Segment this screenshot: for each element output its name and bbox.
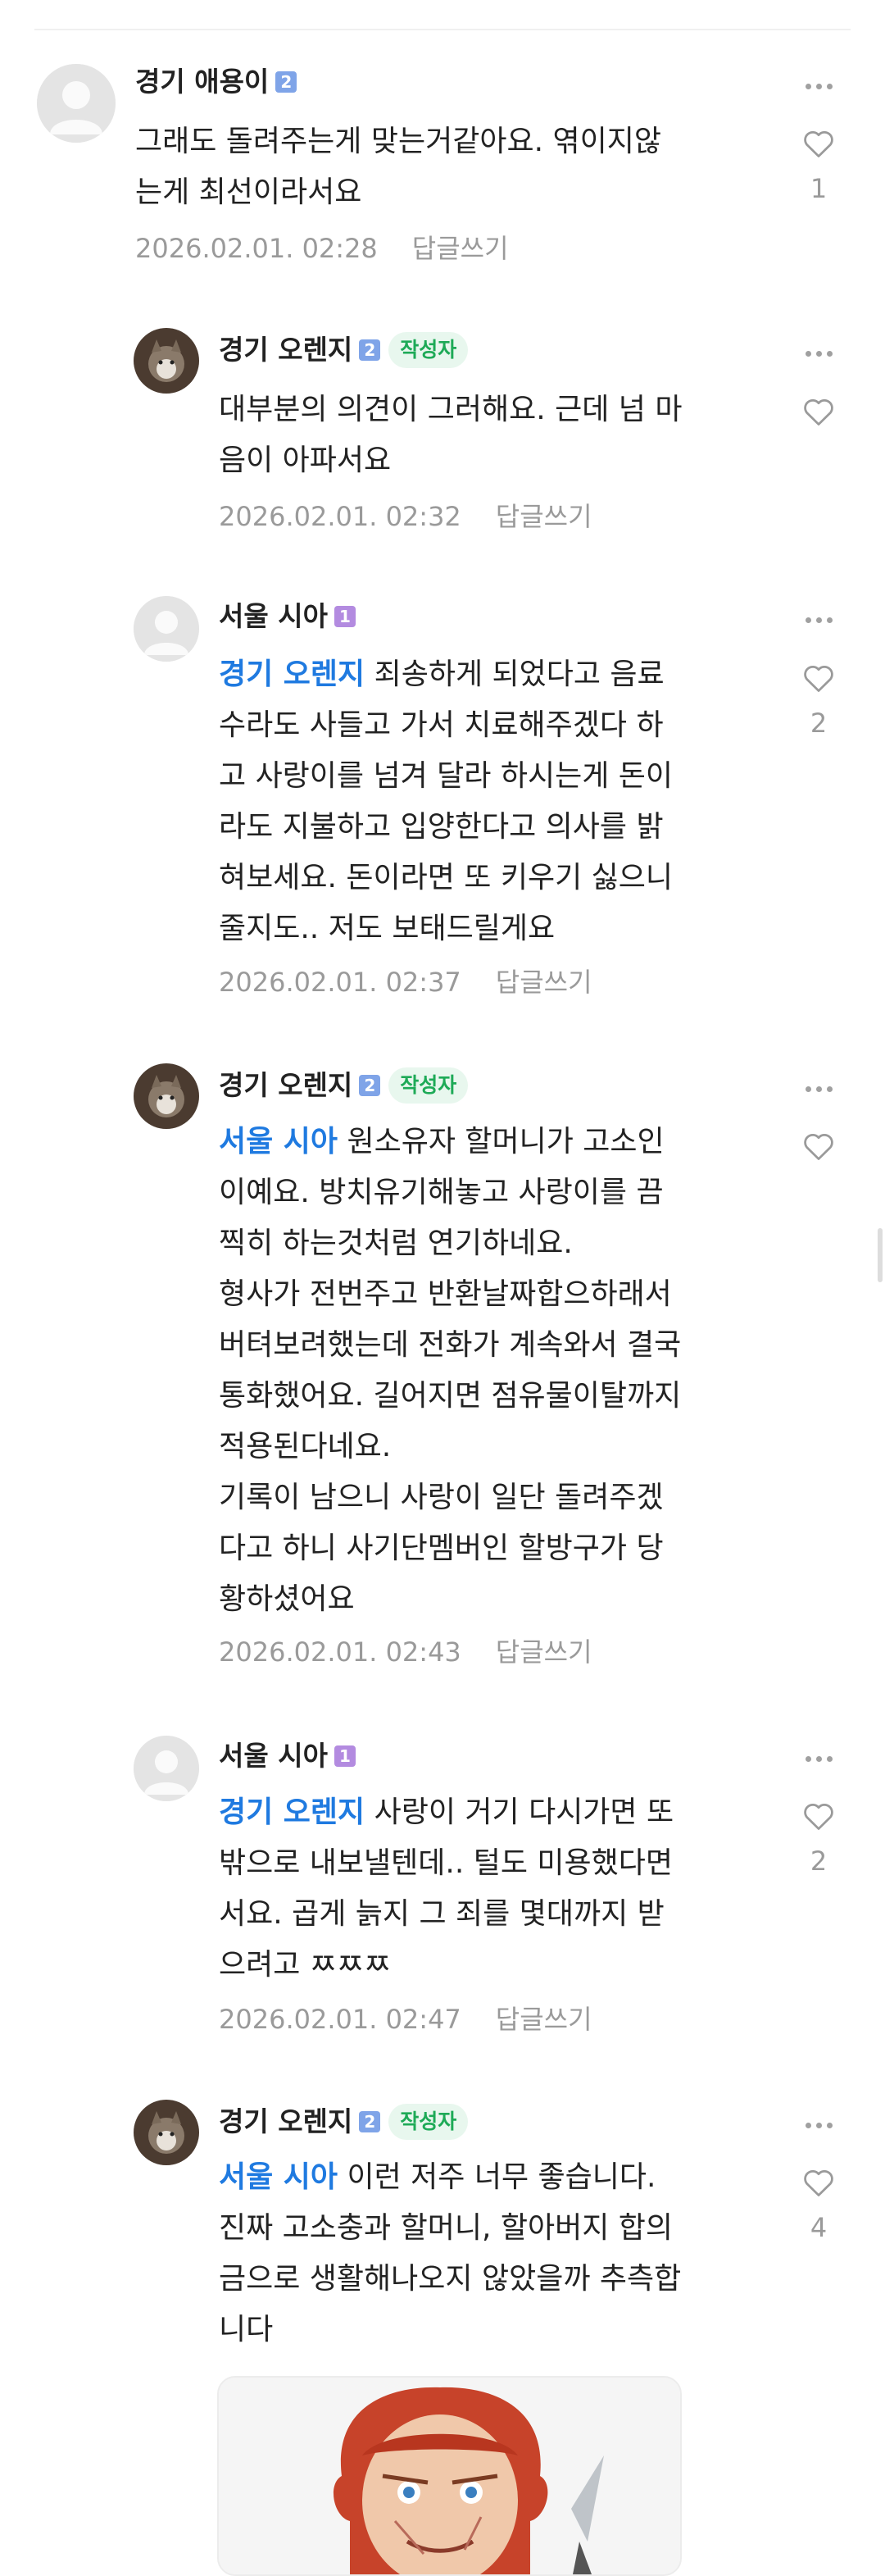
like-count: 2 <box>810 1846 828 1877</box>
person-icon <box>134 1736 199 1801</box>
writer-badge: 작성자 <box>388 2104 469 2140</box>
comment-text: 서울 시아 이런 저주 너무 좋습니다. 진짜 고소충과 할머니, 할아버지 합… <box>219 2152 784 2355</box>
level-badge: 2 <box>359 339 381 361</box>
comment-date: 2026.02.01. 02:43 <box>219 1636 461 1668</box>
comment-date: 2026.02.01. 02:32 <box>219 501 461 532</box>
person-icon <box>134 596 199 662</box>
like-count: 2 <box>810 708 828 739</box>
comment-text-rest: 죄송하게 되었다고 음료 수라도 사들고 가서 치료해주겠다 하 고 사랑이를 … <box>219 658 674 945</box>
scrollbar-thumb[interactable] <box>878 1228 883 1282</box>
doll-image-icon <box>219 2378 680 2574</box>
reply-button[interactable]: 답글쓰기 <box>496 501 592 532</box>
more-options-icon[interactable] <box>798 2113 839 2137</box>
level-badge: 2 <box>275 71 297 93</box>
level-badge: 2 <box>359 1075 381 1096</box>
author-name[interactable]: 경기 오렌지 <box>219 332 352 368</box>
top-divider <box>34 29 851 30</box>
person-icon <box>37 64 116 143</box>
comment-text: 서울 시아 원소유자 할머니가 고소인 이예요. 방치유기해놓고 사랑이를 끔 … <box>219 1117 784 1625</box>
comment-text: 대부분의 의견이 그러해요. 근데 넘 마 음이 아파서요 <box>219 393 683 477</box>
avatar-default[interactable] <box>37 64 116 143</box>
like-count: 1 <box>810 173 828 204</box>
avatar-default[interactable] <box>134 596 199 662</box>
more-options-icon[interactable] <box>798 1746 839 1771</box>
comment-text: 경기 오렌지 사랑이 거기 다시가면 또 밖으로 내보낼텐데.. 털도 미용했다… <box>219 1787 784 1991</box>
comment-text: 경기 오렌지 죄송하게 되었다고 음료 수라도 사들고 가서 치료해주겠다 하 … <box>219 649 784 954</box>
level-badge: 1 <box>334 606 356 627</box>
cat-photo-icon <box>134 2100 199 2165</box>
cat-photo-icon <box>134 1063 199 1129</box>
more-options-icon[interactable] <box>798 341 839 366</box>
avatar-cat[interactable] <box>134 2100 199 2165</box>
comment-date: 2026.02.01. 02:28 <box>135 233 378 264</box>
mention-link[interactable]: 서울 시아 <box>219 1125 338 1158</box>
reply-button[interactable]: 답글쓰기 <box>496 2004 592 2035</box>
cat-photo-icon <box>134 328 199 394</box>
comment-date: 2026.02.01. 02:37 <box>219 967 461 998</box>
comment-text-rest: 원소유자 할머니가 고소인 이예요. 방치유기해놓고 사랑이를 끔 찍히 하는것… <box>219 1125 682 1616</box>
heart-icon[interactable] <box>801 660 837 696</box>
mention-link[interactable]: 경기 오렌지 <box>219 1795 365 1829</box>
heart-icon[interactable] <box>801 125 837 162</box>
avatar-cat[interactable] <box>134 1063 199 1129</box>
author-name[interactable]: 서울 시아 <box>219 1738 328 1774</box>
reply-button[interactable]: 답글쓰기 <box>412 233 509 264</box>
level-badge: 1 <box>334 1745 356 1767</box>
avatar-cat[interactable] <box>134 328 199 394</box>
heart-icon[interactable] <box>801 2164 837 2201</box>
like-count: 4 <box>810 2212 828 2243</box>
avatar-default[interactable] <box>134 1736 199 1801</box>
heart-icon[interactable] <box>801 1798 837 1834</box>
level-badge: 2 <box>359 2111 381 2132</box>
more-options-icon[interactable] <box>798 608 839 632</box>
writer-badge: 작성자 <box>388 1067 469 1104</box>
author-name[interactable]: 경기 오렌지 <box>219 2104 352 2140</box>
heart-icon[interactable] <box>801 394 837 430</box>
mention-link[interactable]: 경기 오렌지 <box>219 658 365 691</box>
writer-badge: 작성자 <box>388 332 469 368</box>
author-name[interactable]: 경기 오렌지 <box>219 1067 352 1104</box>
author-name[interactable]: 경기 애용이 <box>135 64 269 100</box>
heart-icon[interactable] <box>801 1128 837 1164</box>
mention-link[interactable]: 서울 시아 <box>219 2160 338 2194</box>
comment-text: 그래도 돌려주는게 맞는거같아요. 엮이지않 는게 최선이라서요 <box>135 125 661 209</box>
reply-button[interactable]: 답글쓰기 <box>496 967 592 998</box>
author-name[interactable]: 서울 시아 <box>219 598 328 635</box>
more-options-icon[interactable] <box>798 74 839 98</box>
attached-image[interactable] <box>217 2376 682 2576</box>
more-options-icon[interactable] <box>798 1076 839 1101</box>
comment-date: 2026.02.01. 02:47 <box>219 2004 461 2035</box>
reply-button[interactable]: 답글쓰기 <box>496 1636 592 1668</box>
